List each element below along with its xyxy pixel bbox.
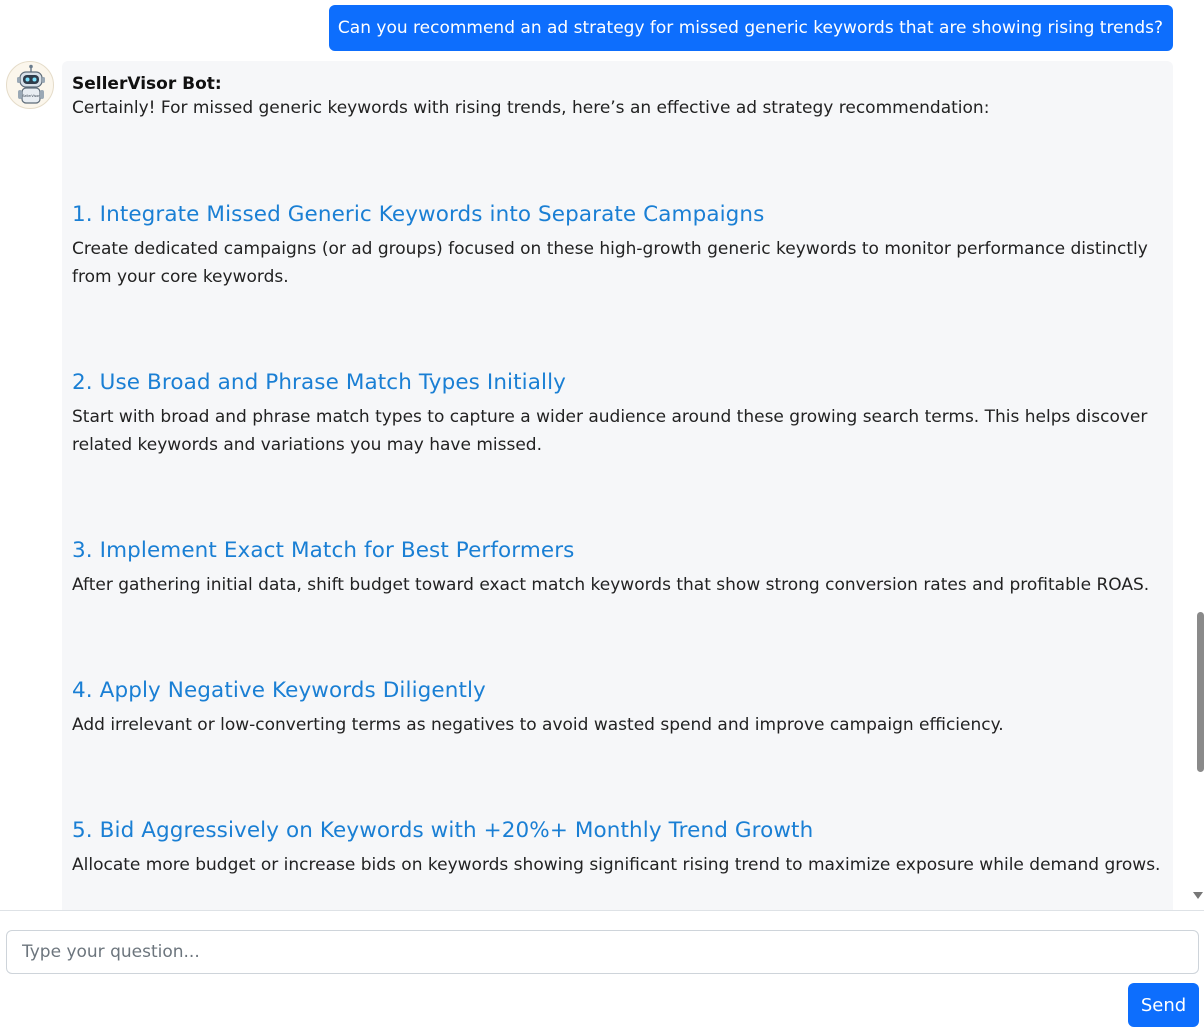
strategy-item: 1. Integrate Missed Generic Keywords int… [72, 201, 1167, 291]
strategy-body: Allocate more budget or increase bids on… [72, 855, 1161, 875]
scrollbar-thumb[interactable] [1197, 612, 1204, 772]
bot-avatar: SellerVisor [6, 61, 54, 109]
strategy-item: 4. Apply Negative Keywords Diligently Ad… [72, 677, 1167, 739]
bot-name: SellerVisor Bot: [72, 74, 222, 94]
strategy-heading: 2. Use Broad and Phrase Match Types Init… [72, 370, 566, 395]
strategy-heading: 5. Bid Aggressively on Keywords with +20… [72, 818, 814, 843]
send-button[interactable]: Send [1128, 983, 1199, 1027]
strategy-heading: 1. Integrate Missed Generic Keywords int… [72, 202, 765, 227]
bot-intro: Certainly! For missed generic keywords w… [72, 98, 990, 118]
user-message: Can you recommend an ad strategy for mis… [328, 5, 1173, 51]
strategy-item: 5. Bid Aggressively on Keywords with +20… [72, 817, 1167, 879]
strategy-item: 2. Use Broad and Phrase Match Types Init… [72, 369, 1167, 459]
scroll-down-arrow-icon[interactable] [1193, 892, 1203, 899]
scrollbar[interactable] [1193, 0, 1204, 910]
strategy-body: Add irrelevant or low-converting terms a… [72, 715, 1004, 735]
strategy-item: 3. Implement Exact Match for Best Perfor… [72, 537, 1167, 599]
question-input[interactable] [6, 930, 1199, 974]
strategy-body: Create dedicated campaigns (or ad groups… [72, 239, 1148, 287]
chat-messages: Can you recommend an ad strategy for mis… [0, 0, 1204, 910]
strategy-body: After gathering initial data, shift budg… [72, 575, 1150, 595]
strategy-heading: 3. Implement Exact Match for Best Perfor… [72, 538, 575, 563]
robot-icon: SellerVisor [17, 64, 45, 104]
avatar-logo-text: SellerVisor [23, 94, 41, 98]
composer-divider [0, 910, 1204, 911]
bot-message: SellerVisor Bot: Certainly! For missed g… [62, 61, 1173, 910]
strategy-body: Start with broad and phrase match types … [72, 407, 1148, 455]
strategy-heading: 4. Apply Negative Keywords Diligently [72, 678, 486, 703]
